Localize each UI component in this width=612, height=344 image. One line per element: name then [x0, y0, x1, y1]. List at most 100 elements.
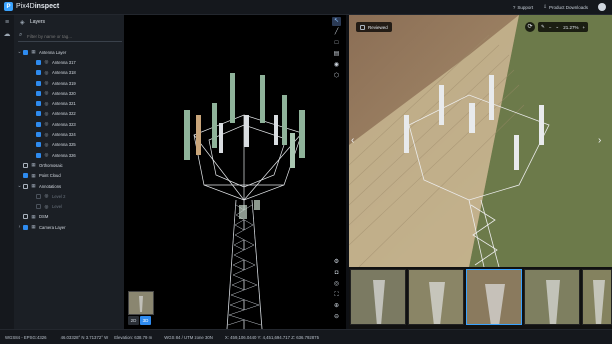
- layer-label: Antenna 326: [52, 152, 76, 158]
- layer-checkbox[interactable]: [23, 173, 28, 179]
- minimap-thumbnail[interactable]: [128, 291, 154, 315]
- layer-checkbox[interactable]: [36, 101, 41, 107]
- photo-toolbar: ⟳ ✎ − ⌄ 21.27% +: [525, 22, 589, 32]
- chevron-right-icon[interactable]: ›: [17, 224, 22, 230]
- photo-strip: [349, 267, 612, 329]
- 3d-viewer[interactable]: [124, 15, 346, 330]
- layer-row[interactable]: ◎ Antenna 320: [14, 88, 124, 98]
- app-logo[interactable]: P Pix4Dinspect: [4, 2, 59, 11]
- reviewed-toggle[interactable]: Reviewed: [356, 22, 392, 32]
- photo-thumbnail[interactable]: [524, 269, 580, 325]
- layer-checkbox[interactable]: [36, 111, 41, 117]
- crs-label[interactable]: WGS84 - EPSG:4326: [5, 335, 47, 340]
- support-label: Support: [517, 4, 534, 10]
- cloud-upload-icon[interactable]: ☁: [3, 31, 11, 39]
- downloads-link[interactable]: ⇩ Product Downloads: [543, 4, 588, 10]
- zoom-out-icon[interactable]: ⊖: [332, 313, 341, 322]
- zoom-in-button[interactable]: +: [582, 25, 585, 30]
- layer-label: Level 2: [52, 193, 66, 199]
- camera-icon[interactable]: ◘: [332, 269, 341, 278]
- layer-row[interactable]: ◎ Antenna 323: [14, 119, 124, 129]
- chevron-down-icon[interactable]: ⌄: [17, 49, 22, 55]
- layer-row[interactable]: ⌄ ▦ Annotations: [14, 181, 124, 191]
- layer-row[interactable]: ▦ Point Cloud: [14, 171, 124, 181]
- elevation-readout: Elevation: 638.79 m: [114, 334, 153, 340]
- layer-row[interactable]: ◎ Antenna 322: [14, 109, 124, 119]
- layer-checkbox[interactable]: [23, 224, 28, 230]
- layer-row[interactable]: ◎ Level: [14, 201, 124, 211]
- view-3d-button[interactable]: 3D: [140, 316, 151, 325]
- layer-checkbox[interactable]: [36, 70, 41, 76]
- layer-row[interactable]: ▦ DSM: [14, 212, 124, 222]
- layer-row[interactable]: ◎ Antenna 319: [14, 78, 124, 88]
- area-measure-icon[interactable]: □: [332, 39, 341, 48]
- volume-measure-icon[interactable]: ▤: [332, 50, 341, 59]
- layer-row[interactable]: ◎ Level 2: [14, 191, 124, 201]
- layer-type-icon: ▦: [31, 162, 36, 168]
- layer-type-icon: ◎: [44, 203, 49, 209]
- eye-icon[interactable]: ◎: [332, 280, 341, 289]
- layer-checkbox[interactable]: [36, 90, 41, 96]
- previous-photo-icon[interactable]: ‹: [351, 135, 354, 146]
- layer-checkbox[interactable]: [36, 132, 41, 138]
- logo-icon: P: [4, 2, 13, 11]
- geo-coordinates: 46.03328° N 3.71372° W: [60, 334, 109, 340]
- layer-row[interactable]: ◎ Antenna 317: [14, 57, 124, 67]
- layer-row[interactable]: ◎ Antenna 321: [14, 98, 124, 108]
- user-avatar-icon[interactable]: [598, 3, 606, 11]
- next-photo-icon[interactable]: ›: [598, 135, 601, 146]
- layer-row[interactable]: ▦ Orthomosaic: [14, 160, 124, 170]
- layer-checkbox[interactable]: [36, 193, 41, 199]
- line-measure-icon[interactable]: ╱: [332, 28, 341, 37]
- view-2d-button[interactable]: 2D: [128, 316, 139, 325]
- layer-label: Antenna 321: [52, 101, 76, 107]
- point-marker-icon[interactable]: ◉: [332, 61, 341, 70]
- layer-row[interactable]: ◎ Antenna 326: [14, 150, 124, 160]
- layer-row[interactable]: ◎ Antenna 318: [14, 68, 124, 78]
- layer-row[interactable]: › ▦ Camera Layer: [14, 222, 124, 232]
- layers-panel: ◈ Layers ⌕ ⌄▦Antenna Layer◎Antenna 317◎A…: [14, 15, 124, 329]
- layer-row[interactable]: ⌄ ▦ Antenna Layer: [14, 47, 124, 57]
- minimap-image: [129, 292, 153, 314]
- layer-row[interactable]: ◎ Antenna 324: [14, 129, 124, 139]
- brand-name: Pix4Dinspect: [16, 3, 59, 10]
- fullscreen-icon[interactable]: ⛶: [332, 291, 341, 300]
- layer-label: Antenna 324: [52, 132, 76, 138]
- photo-thumbnail-selected[interactable]: [466, 269, 522, 325]
- layer-checkbox[interactable]: [23, 214, 28, 220]
- layer-checkbox[interactable]: [23, 162, 28, 168]
- layer-checkbox[interactable]: [36, 142, 41, 148]
- photo-thumbnail[interactable]: [582, 269, 612, 325]
- layer-label: Antenna 320: [52, 90, 76, 96]
- layer-checkbox[interactable]: [36, 80, 41, 86]
- layer-row[interactable]: ◎ Antenna 325: [14, 140, 124, 150]
- layer-checkbox[interactable]: [36, 204, 41, 210]
- photo-thumbnail[interactable]: [350, 269, 406, 325]
- layer-tree: ⌄ ▦ Antenna Layer ◎ Antenna 317 ◎ Antenna 318 ◎…: [14, 47, 124, 232]
- layer-checkbox[interactable]: [36, 152, 41, 158]
- zoom-chevron-icon[interactable]: ⌄: [555, 24, 559, 30]
- layer-checkbox[interactable]: [36, 121, 41, 127]
- chevron-down-icon[interactable]: ⌄: [17, 183, 22, 189]
- sync-icon[interactable]: ⟳: [525, 22, 535, 32]
- zoom-in-icon[interactable]: ⊕: [332, 302, 341, 311]
- layer-checkbox[interactable]: [23, 49, 28, 55]
- reviewed-checkbox[interactable]: [360, 24, 365, 30]
- thumbnail-image: [351, 270, 405, 324]
- zoom-out-button[interactable]: −: [549, 25, 552, 30]
- layer-label: Camera Layer: [39, 224, 66, 230]
- photo-viewer[interactable]: [349, 15, 612, 267]
- edit-icon[interactable]: ✎: [541, 24, 545, 30]
- layer-checkbox[interactable]: [23, 183, 28, 189]
- layer-filter-input[interactable]: [27, 32, 117, 40]
- reviewed-label: Reviewed: [368, 24, 388, 30]
- layer-label: Antenna 323: [52, 121, 76, 127]
- layers-icon[interactable]: ≡: [3, 19, 11, 27]
- settings-gear-icon[interactable]: ⚙: [332, 258, 341, 267]
- layer-checkbox[interactable]: [36, 59, 41, 65]
- layer-label: Antenna Layer: [39, 49, 67, 55]
- polygon-tool-icon[interactable]: ⬡: [332, 72, 341, 81]
- support-link[interactable]: ? Support: [513, 5, 533, 10]
- select-tool-icon[interactable]: ↖: [332, 17, 341, 26]
- photo-thumbnail[interactable]: [408, 269, 464, 325]
